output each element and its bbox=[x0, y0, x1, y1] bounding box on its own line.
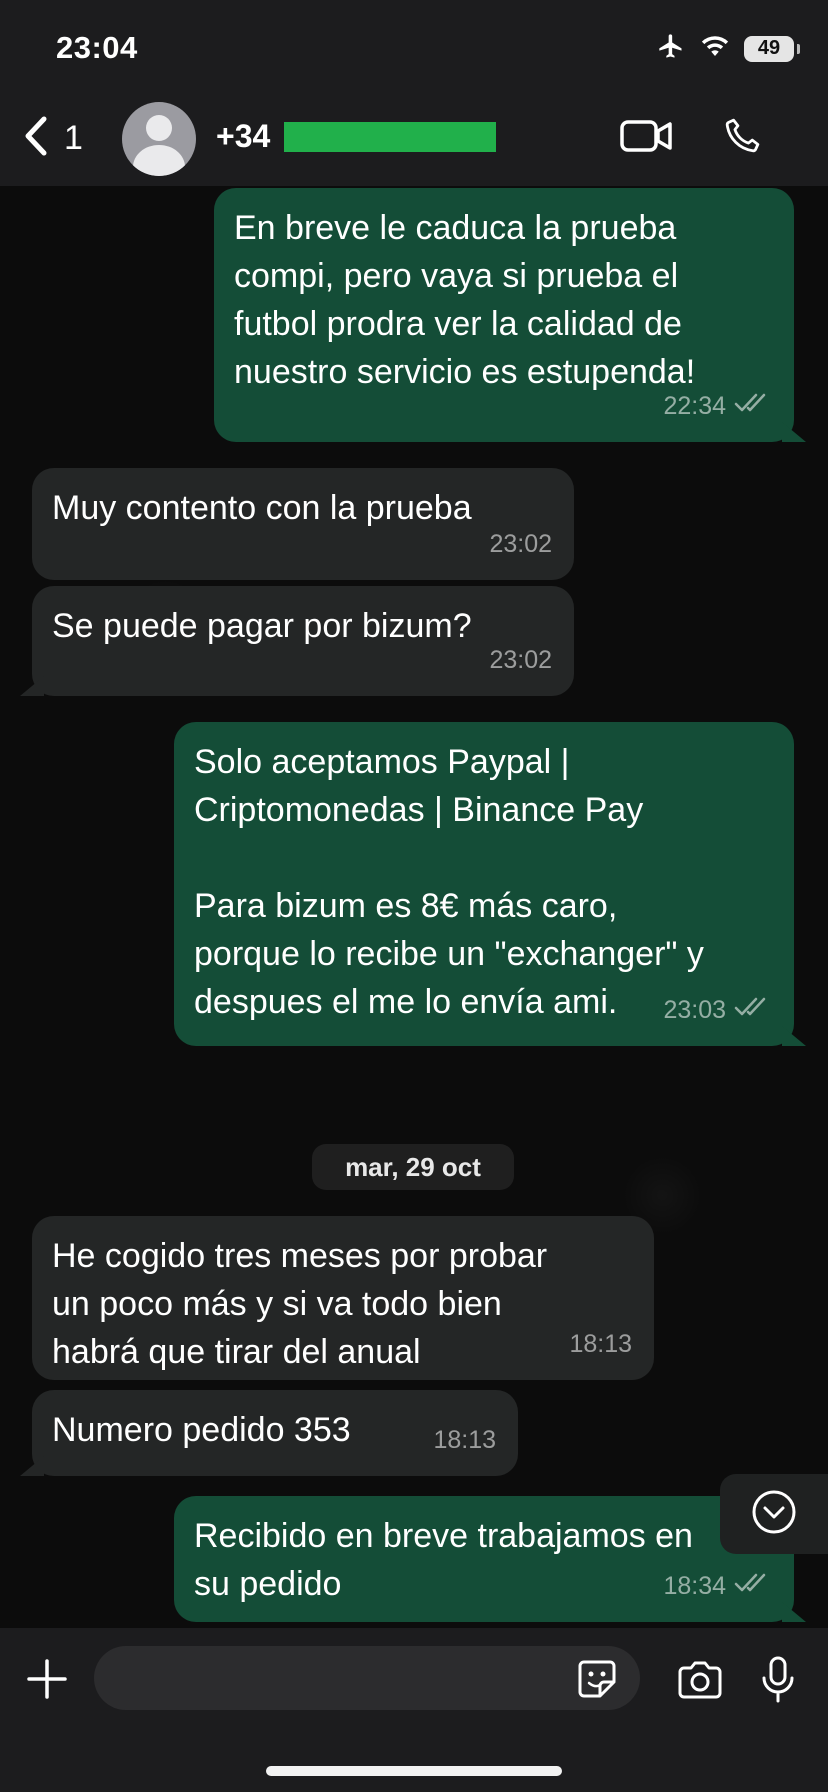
message-meta: 18:34 bbox=[663, 1562, 772, 1610]
sticker-icon[interactable] bbox=[576, 1658, 618, 1705]
message-bubble-outgoing[interactable]: En breve le caduca la prueba compi, pero… bbox=[214, 188, 806, 442]
message-meta: 18:13 bbox=[433, 1416, 496, 1464]
avatar-body-shape bbox=[133, 145, 185, 176]
double-check-icon bbox=[734, 382, 772, 430]
message-time: 18:13 bbox=[433, 1426, 496, 1454]
message-text: En breve le caduca la prueba compi, pero… bbox=[234, 209, 696, 391]
wifi-icon bbox=[700, 34, 730, 63]
plus-icon[interactable] bbox=[26, 1658, 68, 1705]
message-text: Solo aceptamos Paypal | Criptomonedas | … bbox=[194, 743, 704, 1021]
chevron-left-icon bbox=[22, 116, 50, 161]
scroll-to-bottom-button[interactable] bbox=[720, 1474, 828, 1554]
status-icons: 49 bbox=[656, 32, 800, 65]
message-time: 23:02 bbox=[489, 530, 552, 558]
home-indicator bbox=[266, 1766, 562, 1776]
message-bubble-incoming[interactable]: Muy contento con la prueba 23:02 bbox=[32, 468, 574, 580]
chat-area[interactable]: En breve le caduca la prueba compi, pero… bbox=[0, 186, 828, 1628]
message-meta: 23:02 bbox=[489, 636, 552, 684]
redacted-number bbox=[284, 122, 496, 152]
status-time: 23:04 bbox=[56, 30, 138, 65]
message-bubble-incoming[interactable]: Se puede pagar por bizum? 23:02 bbox=[20, 586, 574, 696]
phone-call-icon[interactable] bbox=[722, 114, 764, 161]
composer-bar bbox=[0, 1628, 828, 1792]
message-meta: 18:13 bbox=[569, 1320, 632, 1368]
message-time: 18:34 bbox=[663, 1572, 726, 1600]
double-check-icon bbox=[734, 1562, 772, 1610]
message-text: He cogido tres meses por probar un poco … bbox=[52, 1237, 548, 1371]
bubble-tail bbox=[20, 676, 44, 696]
double-check-icon bbox=[734, 986, 772, 1034]
message-text: Muy contento con la prueba bbox=[52, 489, 472, 527]
message-time: 18:13 bbox=[569, 1330, 632, 1358]
message-text: Numero pedido 353 bbox=[52, 1411, 351, 1449]
message-time: 22:34 bbox=[663, 392, 726, 420]
contact-phone[interactable]: +34 bbox=[216, 118, 270, 155]
message-bubble-incoming[interactable]: Numero pedido 353 18:13 bbox=[20, 1390, 518, 1476]
message-bubble-incoming[interactable]: He cogido tres meses por probar un poco … bbox=[32, 1216, 654, 1380]
chevron-down-circle-icon bbox=[750, 1488, 798, 1541]
message-time: 23:03 bbox=[663, 996, 726, 1024]
microphone-icon[interactable] bbox=[760, 1656, 796, 1709]
back-button[interactable]: 1 bbox=[22, 116, 83, 161]
message-bubble-outgoing[interactable]: Solo aceptamos Paypal | Criptomonedas | … bbox=[174, 722, 806, 1046]
message-meta: 23:02 bbox=[489, 520, 552, 568]
message-meta: 22:34 bbox=[663, 382, 772, 430]
bubble-tail bbox=[782, 1026, 806, 1046]
message-bubble-outgoing[interactable]: Recibido en breve trabajamos en su pedid… bbox=[174, 1496, 806, 1622]
message-meta: 23:03 bbox=[663, 986, 772, 1034]
message-input[interactable] bbox=[94, 1646, 640, 1710]
battery-indicator: 49 bbox=[744, 35, 800, 62]
date-separator: mar, 29 oct bbox=[312, 1144, 514, 1190]
airplane-mode-icon bbox=[656, 32, 686, 65]
unread-count: 1 bbox=[64, 119, 83, 157]
contact-avatar[interactable] bbox=[122, 102, 196, 176]
top-bar: 23:04 49 1 +34 bbox=[0, 0, 828, 186]
bubble-tail bbox=[782, 1602, 806, 1622]
message-text: Se puede pagar por bizum? bbox=[52, 607, 472, 645]
bubble-tail bbox=[20, 1456, 44, 1476]
camera-icon[interactable] bbox=[676, 1660, 724, 1705]
video-call-icon[interactable] bbox=[620, 118, 672, 159]
bubble-tail bbox=[782, 422, 806, 442]
avatar-head-shape bbox=[146, 115, 172, 141]
message-time: 23:02 bbox=[489, 646, 552, 674]
